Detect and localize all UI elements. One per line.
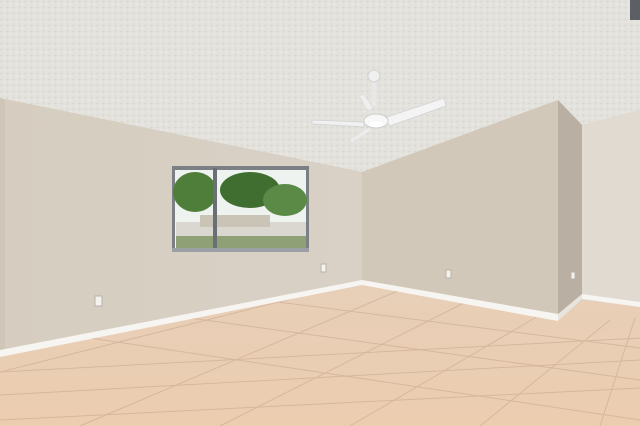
left-edge-wall (0, 98, 5, 352)
room-illustration (0, 0, 640, 426)
right-wall (582, 110, 640, 306)
electrical-outlet (320, 263, 327, 273)
column-side (558, 100, 582, 318)
electrical-outlet (570, 271, 576, 280)
window (172, 166, 309, 252)
electrical-outlet (445, 269, 452, 279)
electrical-outlet (94, 295, 103, 307)
room-photo (0, 0, 640, 426)
corner-fixture (630, 0, 640, 20)
